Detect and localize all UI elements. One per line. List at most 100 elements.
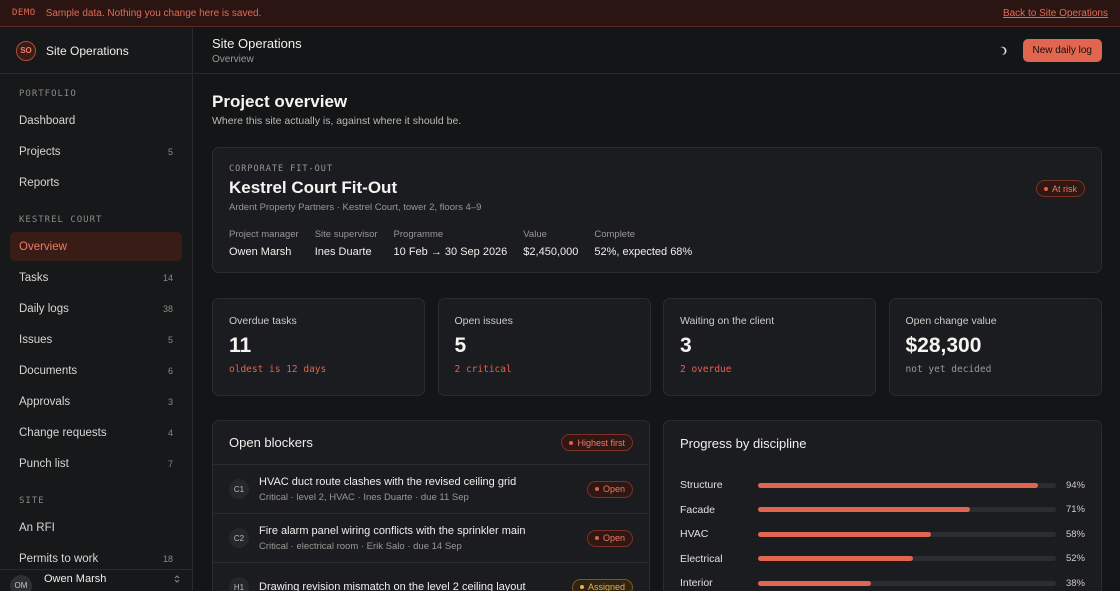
progress-track (758, 531, 1056, 537)
blocker-status-badge: Open (586, 480, 633, 498)
sidebar-item-documents[interactable]: Documents 6 (10, 356, 182, 385)
sidebar-item-label: Reports (19, 176, 60, 189)
stat-value: 11 (229, 334, 252, 357)
status-dot-icon (594, 487, 599, 491)
sidebar-item-tasks[interactable]: Tasks 14 (10, 263, 182, 292)
topbar: Site Operations Overview New daily log (194, 28, 1120, 74)
progress-fill (758, 482, 1039, 488)
project-meta: Project manager Owen Marsh Site supervisor… (229, 229, 1085, 258)
progress-row: Interior 38% (680, 571, 1085, 591)
project-client: Ardent Property Partners · Kestrel Court… (229, 202, 482, 213)
blocker-row[interactable]: H1 Drawing revision mismatch on the level… (213, 563, 649, 591)
project-meta-value: $2,450,000 (523, 246, 579, 258)
progress-row: HVAC 58% (680, 522, 1085, 547)
blockers-title: Open blockers (229, 435, 313, 450)
project-meta-value: 10 Feb → 30 Sep 2026 (393, 246, 508, 258)
sidebar-item-issues[interactable]: Issues 5 (10, 325, 182, 354)
project-meta-item: Programme 10 Feb → 30 Sep 2026 (394, 229, 508, 258)
user-menu[interactable]: OM Owen Marsh (0, 569, 192, 591)
stat-label: Overdue tasks (229, 315, 297, 327)
project-meta-label: Value (523, 229, 547, 240)
blocker-row[interactable]: C2 Fire alarm panel wiring conflicts with… (213, 514, 649, 563)
blocker-text: Drawing revision mismatch on the level 2… (259, 581, 526, 591)
sidebar-item-daily-logs[interactable]: Daily logs 38 (10, 294, 182, 323)
project-meta-label: Project manager (229, 229, 299, 240)
status-dot-icon (594, 536, 599, 540)
blocker-title: Drawing revision mismatch on the level 2… (259, 581, 526, 591)
sidebar-item-label: Tasks (19, 271, 49, 284)
progress-row: Structure 94% (680, 473, 1085, 498)
stat-card[interactable]: Overdue tasks 11 oldest is 12 days (212, 298, 425, 396)
project-meta-value: Ines Duarte (314, 246, 372, 258)
stat-card[interactable]: Open change value $28,300 not yet decided (888, 298, 1102, 396)
blocker-status-badge: Assigned (571, 578, 633, 591)
progress-fill (758, 580, 872, 586)
sort-dot-icon (569, 440, 574, 445)
breadcrumb: Overview (212, 54, 254, 65)
project-summary-card: CORPORATE FIT-OUT Kestrel Court Fit-Out … (212, 147, 1102, 273)
new-daily-log-button[interactable]: New daily log (1022, 39, 1102, 62)
project-meta-item: Project manager Owen Marsh (229, 229, 299, 258)
blocker-status-label: Open (602, 484, 625, 494)
sidebar-item-count: 14 (162, 272, 173, 283)
blocker-code: C1 (229, 479, 249, 499)
sidebar-item-an-rfi[interactable]: An RFI (10, 513, 182, 542)
sidebar-item-punch-list[interactable]: Punch list 7 (10, 449, 182, 478)
project-name: Kestrel Court Fit-Out (229, 178, 398, 197)
moon-icon[interactable] (991, 40, 1013, 62)
sidebar-item-projects[interactable]: Projects 5 (10, 137, 182, 166)
sidebar-item-reports[interactable]: Reports (10, 168, 182, 197)
progress-track (758, 482, 1056, 488)
progress-percent: 94% (1065, 479, 1085, 491)
brand-name: Site Operations (46, 43, 129, 58)
demo-text: Sample data. Nothing you change here is … (45, 7, 262, 19)
blocker-row[interactable]: C1 HVAC duct route clashes with the revis… (213, 465, 649, 514)
sidebar-item-approvals[interactable]: Approvals 3 (10, 387, 182, 416)
blocker-code: C2 (229, 528, 249, 548)
stat-value: $28,300 (905, 334, 982, 357)
demo-tag: DEMO (12, 8, 36, 18)
progress-track (758, 580, 1056, 586)
sidebar-item-label: Dashboard (19, 114, 76, 127)
project-meta-item: Complete 52%, expected 68% (594, 229, 692, 258)
sidebar-item-label: Punch list (19, 457, 69, 470)
back-link[interactable]: Back to Site Operations (1003, 8, 1108, 19)
progress-row: Electrical 52% (680, 547, 1085, 572)
brand[interactable]: SO Site Operations (0, 28, 192, 74)
progress-percent: 38% (1065, 577, 1085, 589)
sidebar-item-count: 7 (167, 458, 173, 469)
blocker-text: HVAC duct route clashes with the revised… (259, 476, 516, 503)
progress-percent: 52% (1065, 553, 1085, 565)
project-meta-label: Site supervisor (314, 229, 378, 240)
sidebar-item-label: Change requests (19, 426, 107, 439)
sidebar-section-label: KESTREL COURT (19, 215, 103, 225)
sort-badge[interactable]: Highest first (561, 434, 633, 451)
progress-discipline: Electrical (680, 552, 723, 565)
blocker-code: H1 (229, 577, 249, 591)
project-meta-value: Owen Marsh (229, 246, 292, 258)
status-badge: At risk (1035, 180, 1085, 197)
sidebar-item-label: Daily logs (19, 302, 69, 315)
blocker-title: HVAC duct route clashes with the revised… (259, 475, 517, 488)
project-meta-item: Site supervisor Ines Duarte (315, 229, 378, 258)
sidebar-item-label: An RFI (19, 521, 55, 534)
stat-note: 2 critical (454, 364, 512, 375)
stat-card[interactable]: Open issues 5 2 critical (437, 298, 651, 396)
progress-header: Progress by discipline (664, 421, 1101, 465)
blocker-meta: Critical · level 2, HVAC · Ines Duarte ·… (259, 491, 469, 503)
blocker-text: Fire alarm panel wiring conflicts with t… (259, 525, 526, 552)
stat-label: Open change value (905, 315, 997, 327)
avatar: OM (10, 574, 32, 591)
sidebar-item-count: 18 (162, 553, 173, 564)
sidebar-item-overview[interactable]: Overview (10, 232, 182, 261)
stat-card[interactable]: Waiting on the client 3 2 overdue (663, 298, 876, 396)
progress-fill (758, 556, 913, 562)
sidebar-item-change-requests[interactable]: Change requests 4 (10, 418, 182, 447)
page-header-title: Site Operations (212, 36, 302, 51)
stat-value: 5 (454, 334, 467, 357)
sidebar-item-count: 3 (167, 396, 173, 407)
progress-panel: Progress by discipline Structure 94% Facad… (663, 420, 1102, 591)
progress-track (758, 556, 1056, 562)
sidebar-item-dashboard[interactable]: Dashboard (10, 106, 182, 135)
brand-logo: SO (16, 40, 36, 61)
